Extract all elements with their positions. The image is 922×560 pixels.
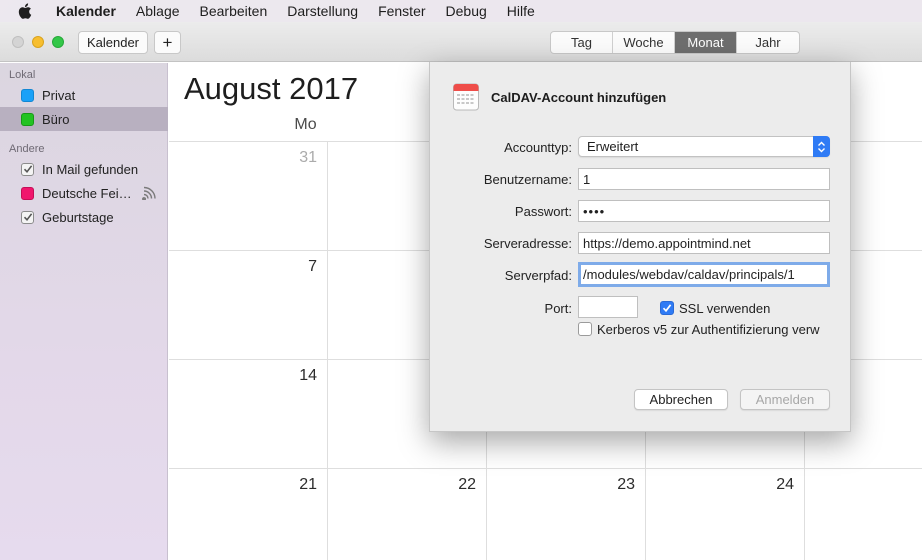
menu-bar: Kalender Ablage Bearbeiten Darstellung F… xyxy=(0,0,922,22)
ssl-label: SSL verwenden xyxy=(679,301,771,316)
account-type-select[interactable]: Erweitert xyxy=(578,136,830,157)
sidebar-item-label: In Mail gefunden xyxy=(42,161,139,177)
port-label: Port: xyxy=(544,301,572,316)
close-window-button[interactable] xyxy=(12,36,24,48)
calendar-sidebar: Lokal Privat Büro Andere In Mail gefunde… xyxy=(0,63,168,560)
menu-darstellung[interactable]: Darstellung xyxy=(287,3,358,19)
calendar-color-swatch[interactable] xyxy=(21,112,34,126)
day-cell-number[interactable]: 24 xyxy=(754,476,794,494)
password-label: Passwort: xyxy=(514,204,572,219)
select-arrows-icon[interactable] xyxy=(813,136,830,157)
apple-icon[interactable] xyxy=(18,2,34,20)
menu-kalender[interactable]: Kalender xyxy=(56,3,116,19)
sidebar-item-in-mail-gefunden[interactable]: In Mail gefunden xyxy=(0,157,168,181)
sign-in-button[interactable]: Anmelden xyxy=(740,389,830,410)
grid-line xyxy=(169,468,922,469)
group-header-andere: Andere xyxy=(9,143,45,155)
sidebar-item-label: Deutsche Fei… xyxy=(42,185,132,201)
view-switcher: Tag Woche Monat Jahr xyxy=(550,31,800,54)
month-title: August 2017 xyxy=(184,71,359,106)
sidebar-item-buero[interactable]: Büro xyxy=(0,107,168,131)
calendars-button[interactable]: Kalender xyxy=(78,31,148,54)
server-address-label: Serveradresse: xyxy=(483,236,572,251)
password-input[interactable] xyxy=(578,200,830,222)
account-type-label: Accounttyp: xyxy=(504,140,572,155)
sidebar-item-label: Geburtstage xyxy=(42,209,114,225)
calendar-checkbox[interactable] xyxy=(21,162,34,176)
checkmark-icon xyxy=(662,304,672,313)
server-address-input[interactable] xyxy=(578,232,830,254)
add-caldav-account-dialog: CalDAV-Account hinzufügen Accounttyp: Er… xyxy=(429,62,851,432)
view-month-button[interactable]: Monat xyxy=(675,32,737,53)
sidebar-item-label: Privat xyxy=(42,87,76,103)
calendar-color-swatch[interactable] xyxy=(21,88,34,102)
calendar-checkbox[interactable] xyxy=(21,210,34,224)
menu-debug[interactable]: Debug xyxy=(446,3,487,19)
view-day-button[interactable]: Tag xyxy=(551,32,613,53)
account-type-value: Erweitert xyxy=(587,139,639,154)
checkmark-icon xyxy=(23,213,32,222)
day-cell-number[interactable]: 7 xyxy=(277,258,317,276)
server-path-input[interactable] xyxy=(578,262,830,287)
minimize-window-button[interactable] xyxy=(32,36,44,48)
weekday-header: Mo xyxy=(294,116,317,133)
subscription-icon xyxy=(141,186,156,200)
sidebar-item-deutsche-feiertage[interactable]: Deutsche Fei… xyxy=(0,181,168,205)
sidebar-item-geburtstage[interactable]: Geburtstage xyxy=(0,205,168,229)
grid-line xyxy=(327,141,328,560)
group-header-lokal: Lokal xyxy=(9,69,36,81)
username-input[interactable] xyxy=(578,168,830,190)
day-cell-number[interactable]: 22 xyxy=(436,476,476,494)
menu-ablage[interactable]: Ablage xyxy=(136,3,180,19)
menu-bearbeiten[interactable]: Bearbeiten xyxy=(200,3,268,19)
maximize-window-button[interactable] xyxy=(52,36,64,48)
calendar-color-swatch[interactable] xyxy=(21,186,34,200)
cancel-button[interactable]: Abbrechen xyxy=(634,389,728,410)
ssl-checkbox[interactable] xyxy=(660,301,674,315)
kerberos-checkbox[interactable] xyxy=(578,322,592,336)
server-path-label: Serverpfad: xyxy=(504,268,572,283)
toolbar: Kalender + Tag Woche Monat Jahr xyxy=(0,22,922,62)
day-cell-number[interactable]: 21 xyxy=(277,476,317,494)
dialog-title: CalDAV-Account hinzufügen xyxy=(491,90,667,105)
day-cell-number[interactable]: 14 xyxy=(277,367,317,385)
view-year-button[interactable]: Jahr xyxy=(737,32,799,53)
sidebar-item-privat[interactable]: Privat xyxy=(0,83,168,107)
view-week-button[interactable]: Woche xyxy=(613,32,675,53)
username-label: Benutzername: xyxy=(483,172,572,187)
menu-fenster[interactable]: Fenster xyxy=(378,3,425,19)
kerberos-label: Kerberos v5 zur Authentifizierung verw xyxy=(597,322,820,337)
sidebar-item-label: Büro xyxy=(42,111,70,127)
calendar-app-icon xyxy=(453,83,479,111)
menu-hilfe[interactable]: Hilfe xyxy=(507,3,535,19)
add-event-button[interactable]: + xyxy=(154,31,181,54)
port-input[interactable] xyxy=(578,296,638,318)
day-cell-number[interactable]: 31 xyxy=(277,149,317,167)
checkmark-icon xyxy=(23,165,32,174)
day-cell-number[interactable]: 23 xyxy=(595,476,635,494)
